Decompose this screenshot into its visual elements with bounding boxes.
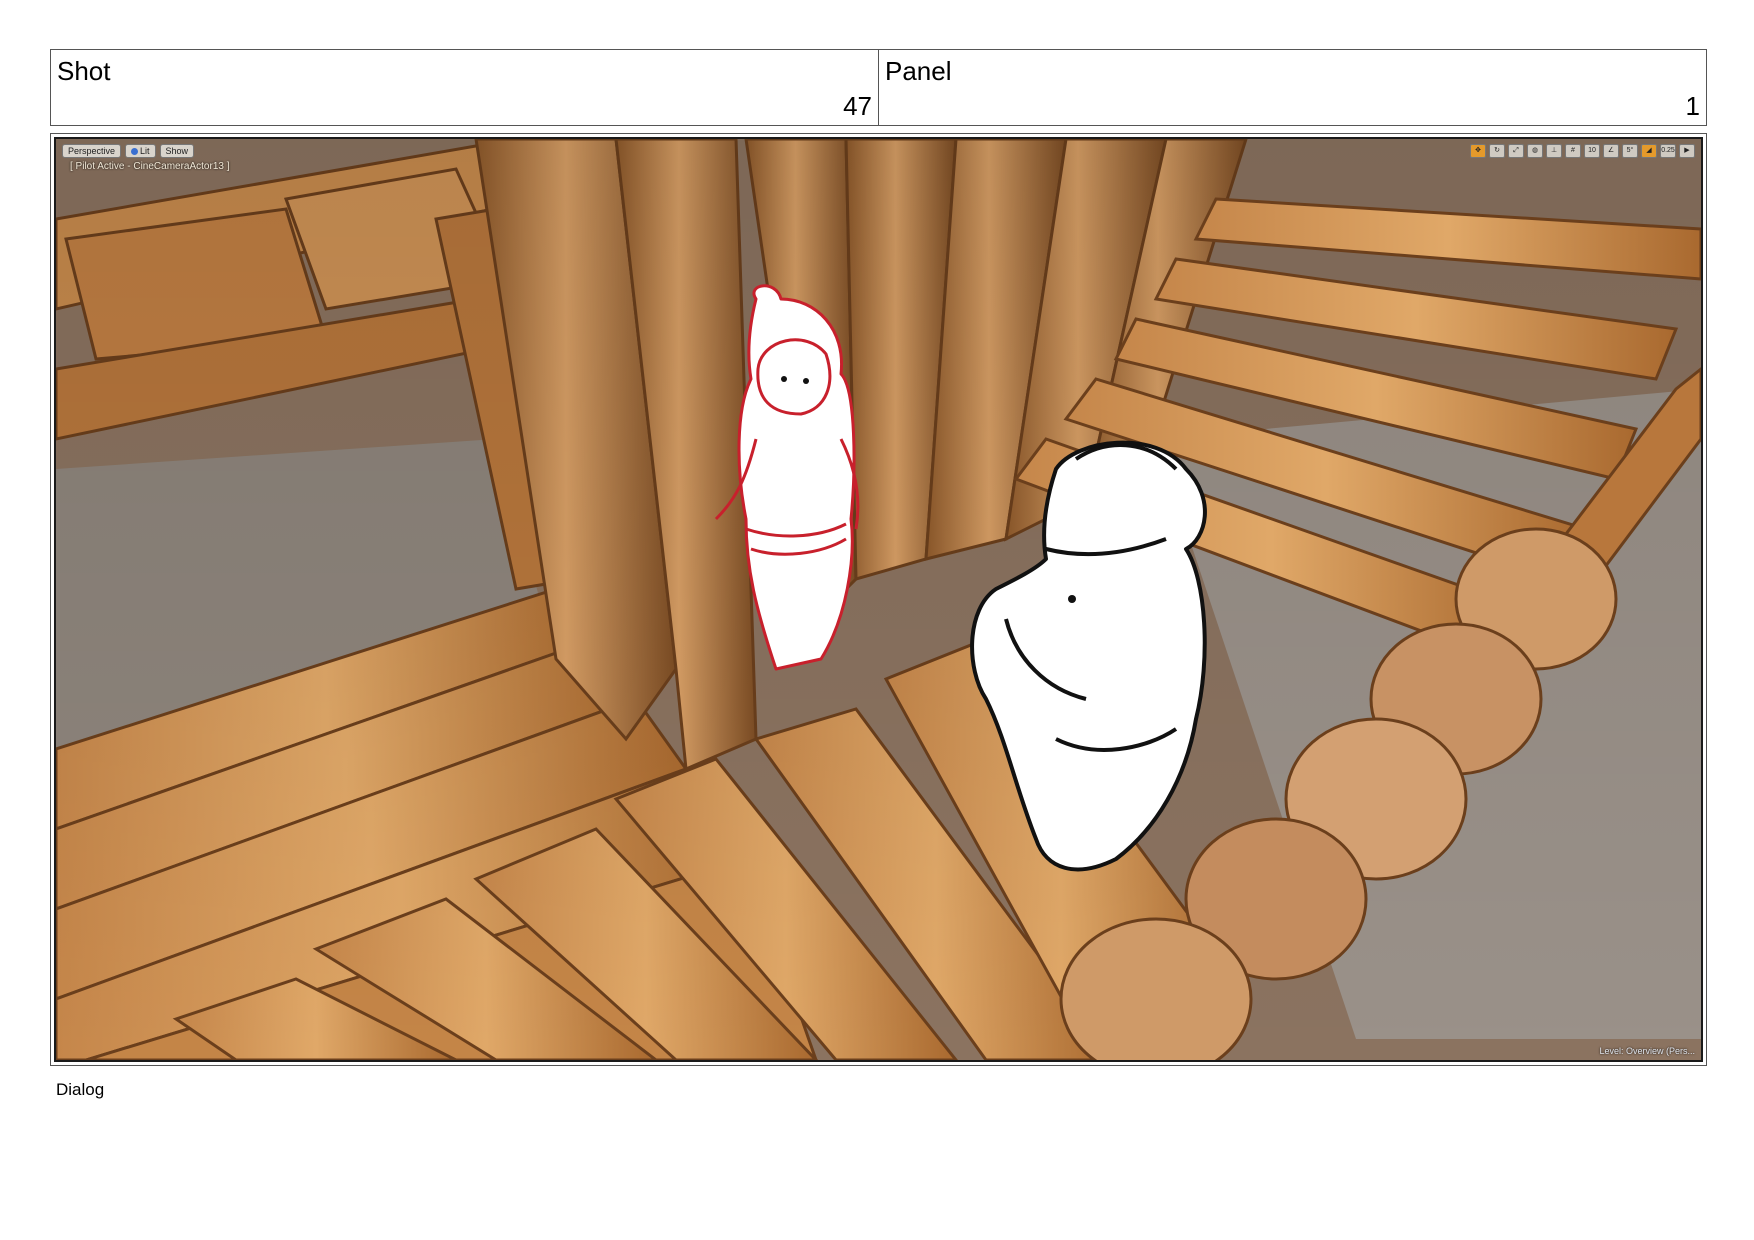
move-tool-icon[interactable]: ✥	[1470, 144, 1486, 158]
grid-size-value[interactable]: 10	[1584, 144, 1600, 158]
panel-number: 1	[1685, 91, 1700, 121]
rotation-snap-icon[interactable]: ∠	[1603, 144, 1619, 158]
scale-snap-icon[interactable]: ◢	[1641, 144, 1657, 158]
lit-button[interactable]: Lit	[125, 144, 156, 158]
panel-label: Panel	[885, 56, 952, 86]
shot-label: Shot	[57, 56, 111, 86]
camera-speed-icon[interactable]: ▶	[1679, 144, 1695, 158]
scale-tool-icon[interactable]: ⤢	[1508, 144, 1524, 158]
rotation-snap-value[interactable]: 5°	[1622, 144, 1638, 158]
rotate-tool-icon[interactable]: ↻	[1489, 144, 1505, 158]
scene-illustration	[56, 139, 1701, 1060]
scale-snap-value[interactable]: 0.25	[1660, 144, 1676, 158]
storyboard-frame: Perspective Lit Show [ Pilot Active - Ci…	[50, 133, 1707, 1066]
grid-snap-icon[interactable]: #	[1565, 144, 1581, 158]
viewport-transform-tools: ✥ ↻ ⤢ ◍ ⊥ # 10 ∠ 5° ◢ 0.25 ▶	[1470, 144, 1695, 158]
lit-label: Lit	[140, 146, 150, 156]
pilot-active-label: [ Pilot Active - CineCameraActor13 ]	[70, 161, 230, 172]
dialog-label: Dialog	[56, 1080, 105, 1099]
panel-cell: Panel 1	[878, 50, 1706, 125]
perspective-button[interactable]: Perspective	[62, 144, 122, 158]
viewport-image: Perspective Lit Show [ Pilot Active - Ci…	[54, 137, 1703, 1062]
viewport-toolbar: Perspective Lit Show	[62, 144, 195, 158]
shot-panel-header: Shot 47 Panel 1	[50, 49, 1707, 126]
shot-cell: Shot 47	[51, 50, 878, 125]
show-button[interactable]: Show	[159, 144, 195, 158]
surface-snap-icon[interactable]: ⊥	[1546, 144, 1562, 158]
lit-icon	[131, 148, 139, 155]
shot-number: 47	[843, 91, 872, 121]
level-label: Level: Overview (Pers...	[1599, 1046, 1695, 1056]
world-space-icon[interactable]: ◍	[1527, 144, 1543, 158]
